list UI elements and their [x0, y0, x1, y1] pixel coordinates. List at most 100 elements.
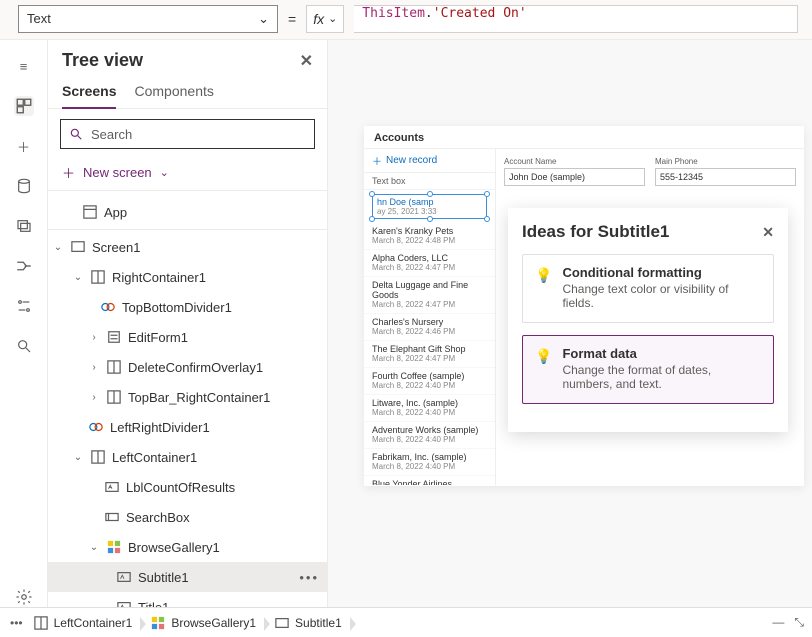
- divider-icon: [88, 419, 104, 435]
- tree-node-screen1[interactable]: ⌄ Screen1: [48, 232, 327, 262]
- media-icon[interactable]: [14, 216, 34, 236]
- list-item[interactable]: Adventure Works (sample)March 8, 2022 4:…: [364, 422, 495, 449]
- formula-input[interactable]: ThisItem.'Created On': [354, 5, 798, 33]
- expand-icon[interactable]: ⤡: [794, 615, 804, 630]
- chevron-down-icon[interactable]: ⌄: [52, 242, 64, 253]
- search-icon: [69, 127, 83, 141]
- new-record-label: New record: [386, 155, 437, 166]
- tree-node-label: BrowseGallery1: [128, 540, 220, 555]
- app-icon: [82, 204, 98, 220]
- chevron-down-icon: ⌄: [328, 12, 337, 25]
- settings-icon[interactable]: [14, 296, 34, 316]
- list-item[interactable]: Alpha Coders, LLCMarch 8, 2022 4:47 PM: [364, 250, 495, 277]
- add-icon[interactable]: ＋: [14, 136, 34, 156]
- chevron-right-icon[interactable]: ›: [88, 362, 100, 373]
- tree-node-leftrightdivider[interactable]: LeftRightDivider1: [48, 412, 327, 442]
- close-icon[interactable]: ✕: [762, 224, 774, 241]
- main-phone-input[interactable]: 555-12345: [655, 168, 796, 186]
- more-icon[interactable]: •••: [299, 570, 319, 585]
- idea-desc: Change text color or visibility of field…: [562, 282, 761, 310]
- list-item[interactable]: Litware, Inc. (sample)March 8, 2022 4:40…: [364, 395, 495, 422]
- tree-node-topbarright[interactable]: › TopBar_RightContainer1: [48, 382, 327, 412]
- chevron-down-icon[interactable]: ⌄: [72, 272, 84, 283]
- chevron-right-icon[interactable]: ›: [88, 392, 100, 403]
- flow-icon[interactable]: [14, 256, 34, 276]
- record-title: Blue Yonder Airlines (sample): [372, 479, 487, 485]
- breadcrumb-label: LeftContainer1: [54, 616, 133, 630]
- search-icon[interactable]: [14, 336, 34, 356]
- idea-title: Format data: [562, 346, 761, 361]
- new-screen-label: New screen: [83, 165, 152, 180]
- tree-node-app[interactable]: App: [48, 197, 327, 227]
- tree-view-icon[interactable]: [14, 96, 34, 116]
- tree-node-lblcount[interactable]: LblCountOfResults: [48, 472, 327, 502]
- tree-node-label: LblCountOfResults: [126, 480, 235, 495]
- chevron-right-icon[interactable]: ›: [88, 332, 100, 343]
- ideas-title: Ideas for Subtitle1: [522, 222, 669, 242]
- property-selector-value: Text: [27, 11, 51, 26]
- textbox-placeholder[interactable]: Text box: [364, 173, 495, 190]
- idea-card-format-data[interactable]: 💡 Format data Change the format of dates…: [522, 335, 774, 404]
- tab-screens[interactable]: Screens: [62, 77, 116, 109]
- breadcrumb-item[interactable]: BrowseGallery1: [146, 613, 264, 633]
- divider-icon: [100, 299, 116, 315]
- record-date: March 8, 2022 4:47 PM: [372, 300, 487, 309]
- search-placeholder: Search: [91, 127, 132, 142]
- data-icon[interactable]: [14, 176, 34, 196]
- breadcrumb-bar: ••• LeftContainer1 BrowseGallery1 Subtit…: [0, 607, 812, 637]
- record-date: March 8, 2022 4:40 PM: [372, 408, 487, 417]
- tree-node-label: Subtitle1: [138, 570, 189, 585]
- tree-node-title1[interactable]: Title1: [48, 592, 327, 607]
- tree-node-subtitle1[interactable]: Subtitle1 •••: [48, 562, 327, 592]
- property-selector[interactable]: Text ⌄: [18, 5, 278, 33]
- search-input[interactable]: Search: [60, 119, 315, 149]
- tree-node-searchbox[interactable]: SearchBox: [48, 502, 327, 532]
- close-icon[interactable]: ✕: [300, 51, 313, 71]
- more-icon[interactable]: •••: [10, 616, 23, 630]
- gear-icon[interactable]: [14, 587, 34, 607]
- lightbulb-icon: 💡: [535, 267, 552, 310]
- list-item[interactable]: Delta Luggage and Fine GoodsMarch 8, 202…: [364, 277, 495, 314]
- tree-node-deleteconfirm[interactable]: › DeleteConfirmOverlay1: [48, 352, 327, 382]
- list-item[interactable]: Charles's NurseryMarch 8, 2022 4:46 PM: [364, 314, 495, 341]
- selected-record[interactable]: hn Doe (samp ay 25, 2021 3:33: [372, 194, 487, 219]
- idea-card-conditional-formatting[interactable]: 💡 Conditional formatting Change text col…: [522, 254, 774, 323]
- container-icon: [106, 389, 122, 405]
- tree-node-leftcontainer[interactable]: ⌄ LeftContainer1: [48, 442, 327, 472]
- form-icon: [106, 329, 122, 345]
- formula-part: 'Created On': [433, 6, 527, 21]
- fx-indicator[interactable]: fx ⌄: [306, 5, 344, 33]
- breadcrumb-item[interactable]: Subtitle1: [270, 613, 350, 633]
- record-date: March 8, 2022 4:40 PM: [372, 462, 487, 471]
- record-title: Alpha Coders, LLC: [372, 253, 487, 263]
- tree-node-browsegallery[interactable]: ⌄ BrowseGallery1: [48, 532, 327, 562]
- list-item[interactable]: Karen's Kranky PetsMarch 8, 2022 4:48 PM: [364, 223, 495, 250]
- record-date: March 8, 2022 4:40 PM: [372, 381, 487, 390]
- list-item[interactable]: The Elephant Gift ShopMarch 8, 2022 4:47…: [364, 341, 495, 368]
- list-item[interactable]: Fourth Coffee (sample)March 8, 2022 4:40…: [364, 368, 495, 395]
- hamburger-icon[interactable]: ≡: [14, 56, 34, 76]
- tree-node-topbottomdivider[interactable]: TopBottomDivider1: [48, 292, 327, 322]
- chevron-down-icon[interactable]: ⌄: [72, 452, 84, 463]
- textinput-icon: [104, 509, 120, 525]
- account-name-input[interactable]: John Doe (sample): [504, 168, 645, 186]
- left-rail: ≡ ＋: [0, 40, 48, 607]
- list-item[interactable]: Fabrikam, Inc. (sample)March 8, 2022 4:4…: [364, 449, 495, 476]
- tree-node-label: SearchBox: [126, 510, 190, 525]
- record-title: Fourth Coffee (sample): [372, 371, 487, 381]
- tree-node-label: TopBottomDivider1: [122, 300, 232, 315]
- new-screen-button[interactable]: ＋ New screen ⌄: [48, 157, 327, 191]
- gallery-icon: [150, 615, 166, 631]
- tree-node-label: Title1: [138, 600, 169, 608]
- breadcrumb-item[interactable]: LeftContainer1: [29, 613, 141, 633]
- tree-node-rightcontainer[interactable]: ⌄ RightContainer1: [48, 262, 327, 292]
- tree-node-editform[interactable]: › EditForm1: [48, 322, 327, 352]
- list-item[interactable]: Blue Yonder Airlines (sample)March 8, 20…: [364, 476, 495, 485]
- minimize-icon[interactable]: —: [772, 615, 784, 630]
- new-record-button[interactable]: ＋ New record: [364, 149, 495, 173]
- screen-icon: [70, 239, 86, 255]
- tree-node-label: App: [104, 205, 127, 220]
- record-title: Fabrikam, Inc. (sample): [372, 452, 487, 462]
- chevron-down-icon[interactable]: ⌄: [88, 542, 100, 553]
- tab-components[interactable]: Components: [134, 77, 213, 108]
